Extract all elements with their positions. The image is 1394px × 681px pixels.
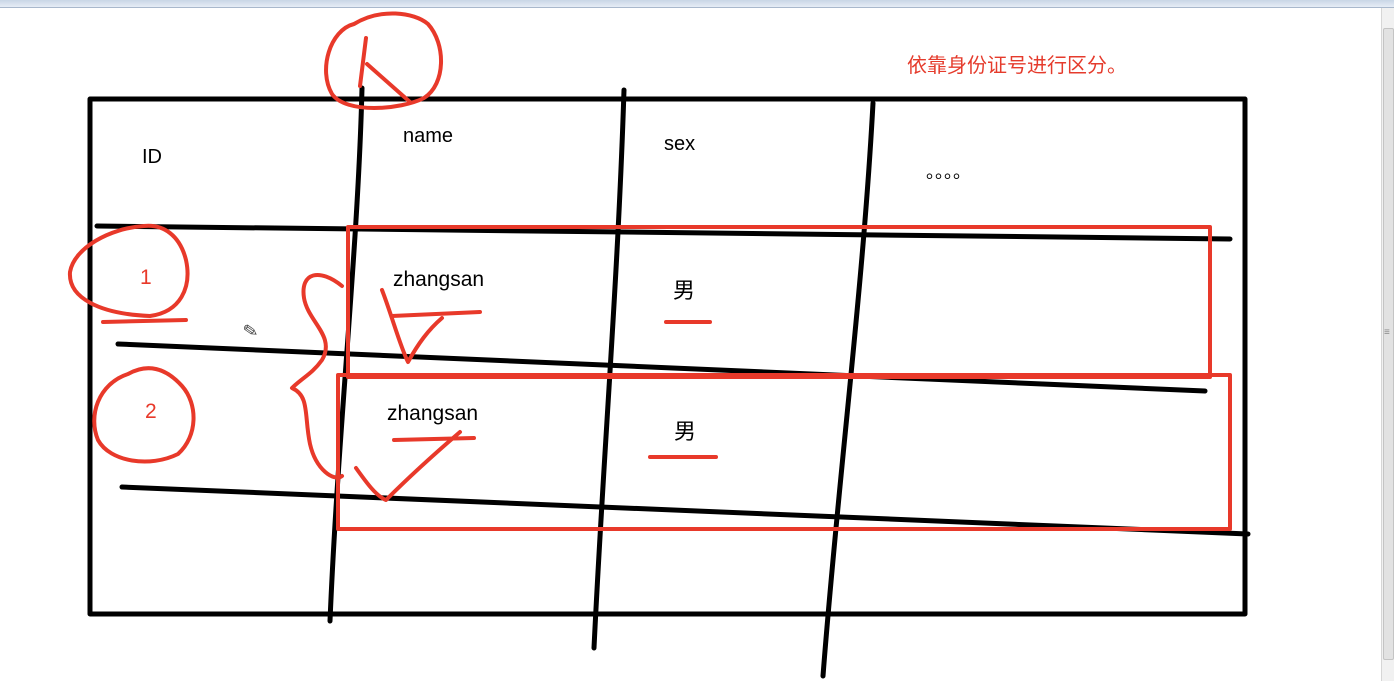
row-divider-2 bbox=[115, 341, 1208, 394]
row-2-sex: 男 bbox=[674, 420, 697, 445]
row-1-sex: 男 bbox=[673, 279, 696, 304]
header-sex: sex bbox=[664, 133, 696, 155]
circle-primary-key bbox=[324, 11, 443, 110]
header-more-ellipsis: 。。。。 bbox=[926, 162, 971, 182]
column-divider-3 bbox=[820, 100, 876, 679]
underline-id-1 bbox=[101, 318, 188, 324]
row-divider-3 bbox=[119, 484, 1251, 537]
whiteboard-drawing bbox=[67, 11, 1251, 679]
row-2-id: 2 bbox=[145, 400, 157, 423]
row-1-id: 1 bbox=[140, 266, 152, 289]
header-id: ID bbox=[142, 146, 162, 168]
highlight-row-1 bbox=[346, 225, 1212, 379]
row-2-name: zhangsan bbox=[387, 402, 479, 425]
check-row-1 bbox=[380, 288, 444, 364]
brace-mark bbox=[290, 273, 344, 480]
underline-name-1 bbox=[390, 310, 482, 318]
column-divider-2 bbox=[591, 87, 627, 651]
row-1-name: zhangsan bbox=[393, 268, 485, 291]
table-outline bbox=[87, 96, 1248, 617]
header-name: name bbox=[403, 125, 454, 147]
circle-id-2 bbox=[92, 366, 196, 464]
person-mark bbox=[358, 36, 412, 104]
underline-name-2 bbox=[392, 436, 476, 442]
annotation-note: 依靠身份证号进行区分。 bbox=[907, 53, 1127, 77]
highlight-row-2 bbox=[336, 373, 1232, 531]
check-row-2 bbox=[354, 430, 462, 502]
